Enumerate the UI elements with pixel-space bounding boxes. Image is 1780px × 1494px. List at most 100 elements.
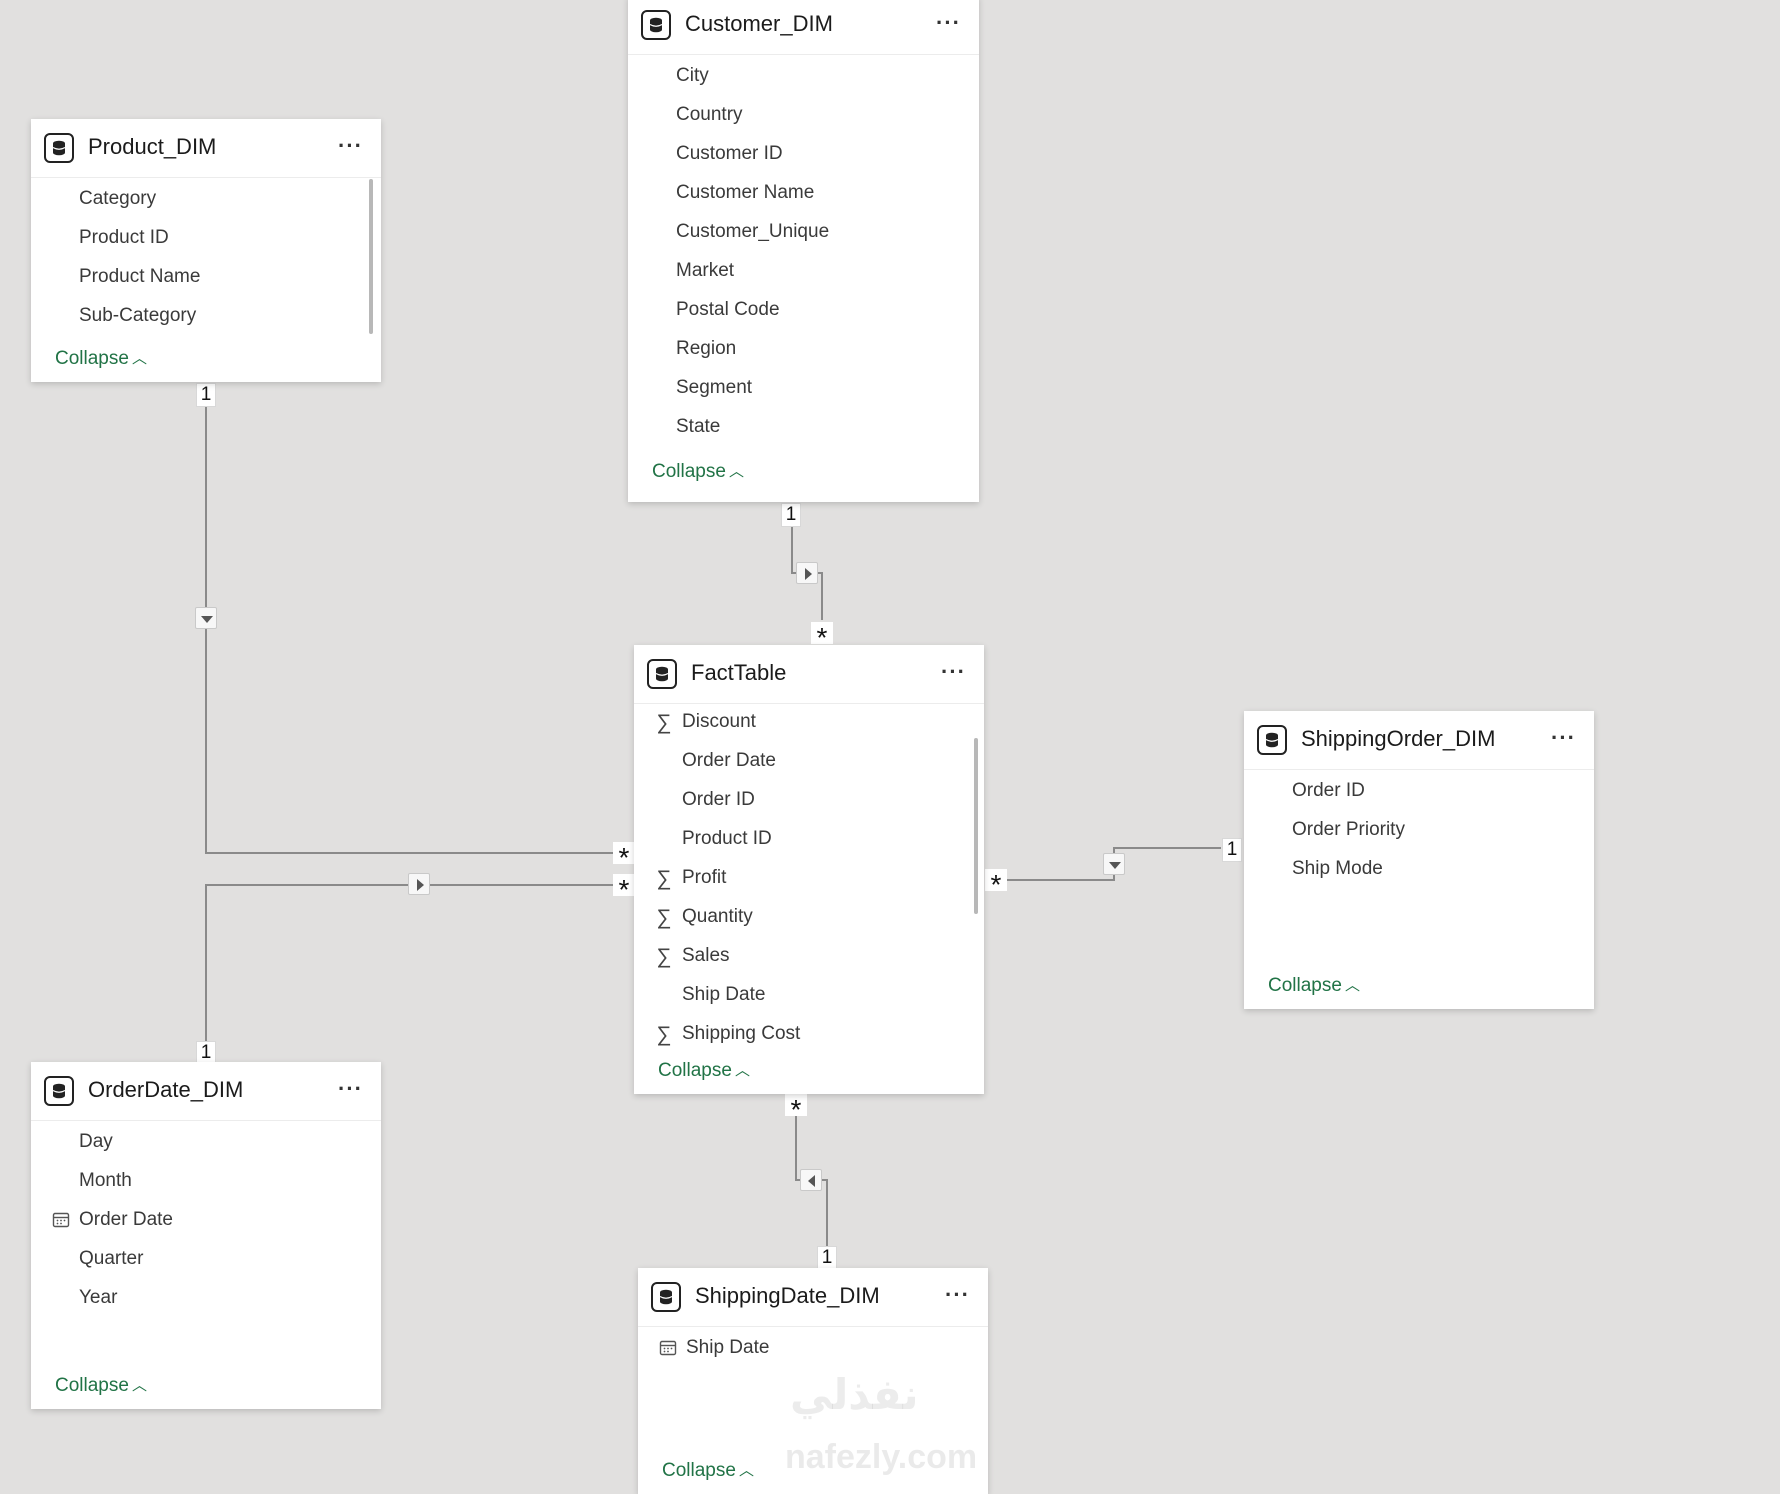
field-row[interactable]: Day <box>31 1123 381 1162</box>
field-label: Segment <box>676 377 753 398</box>
field-row[interactable]: Order Date <box>31 1201 381 1240</box>
field-label: Shipping Cost <box>682 1023 801 1044</box>
field-label: Discount <box>682 711 756 732</box>
filter-direction-down-icon[interactable] <box>1103 853 1125 875</box>
field-row[interactable]: Customer ID <box>628 135 979 174</box>
collapse-button[interactable]: Collapse ︿ <box>55 348 147 370</box>
model-canvas[interactable]: 1 * 1 * 1 * 1 * 1 * Product_DIM ··· Cate… <box>0 0 1780 1494</box>
field-row[interactable]: Ship Date <box>634 976 984 1015</box>
table-card-orderdate-dim[interactable]: OrderDate_DIM ··· Day Month Order Date Q… <box>31 1062 381 1409</box>
chevron-up-icon: ︿ <box>1344 977 1360 994</box>
table-icon <box>44 133 74 163</box>
table-card-shippingorder-dim[interactable]: ShippingOrder_DIM ··· Order ID Order Pri… <box>1244 711 1594 1009</box>
cardinality-many: * <box>785 1094 807 1125</box>
field-row[interactable]: ∑ Quantity <box>634 898 984 937</box>
collapse-button[interactable]: Collapse ︿ <box>652 461 744 483</box>
chevron-up-icon: ︿ <box>738 1462 754 1479</box>
field-row[interactable]: Quarter <box>31 1240 381 1279</box>
table-header[interactable]: FactTable ··· <box>634 645 984 704</box>
field-label: Market <box>676 260 735 281</box>
collapse-button[interactable]: Collapse ︿ <box>1268 975 1360 997</box>
table-title: FactTable <box>691 660 787 685</box>
field-row[interactable]: ∑ Sales <box>634 937 984 976</box>
field-row[interactable]: Month <box>31 1162 381 1201</box>
field-row[interactable]: Customer Name <box>628 174 979 213</box>
more-options-icon[interactable]: ··· <box>338 135 363 157</box>
field-row[interactable]: City <box>628 57 979 96</box>
field-label: Quarter <box>79 1248 144 1269</box>
field-row[interactable]: Segment <box>628 369 979 408</box>
table-header[interactable]: OrderDate_DIM ··· <box>31 1062 381 1121</box>
field-row[interactable]: Customer_Unique <box>628 213 979 252</box>
field-row[interactable]: Product Name <box>31 258 381 297</box>
field-label: Customer ID <box>676 143 783 164</box>
field-label: City <box>676 65 709 86</box>
field-label: Order ID <box>682 789 755 810</box>
field-row[interactable]: Ship Mode <box>1244 850 1594 889</box>
field-row[interactable]: Ship Date <box>638 1329 988 1368</box>
table-header[interactable]: ShippingOrder_DIM ··· <box>1244 711 1594 770</box>
more-options-icon[interactable]: ··· <box>1551 727 1576 749</box>
field-row[interactable]: Year <box>31 1279 381 1318</box>
table-header[interactable]: Product_DIM ··· <box>31 119 381 178</box>
field-row[interactable]: ∑ Discount <box>634 703 984 742</box>
field-label: Country <box>676 104 743 125</box>
field-label: Product ID <box>682 828 772 849</box>
sigma-icon: ∑ <box>656 867 672 890</box>
field-row[interactable]: Category <box>31 180 381 219</box>
more-options-icon[interactable]: ··· <box>941 661 966 683</box>
table-icon <box>1257 725 1287 755</box>
sigma-icon: ∑ <box>656 711 672 734</box>
more-options-icon[interactable]: ··· <box>338 1078 363 1100</box>
field-label: State <box>676 416 721 437</box>
field-row[interactable]: Order ID <box>634 781 984 820</box>
field-row[interactable]: ∑ Profit <box>634 859 984 898</box>
watermark-arabic: نفذلي <box>790 1371 919 1418</box>
field-row[interactable]: Product ID <box>634 820 984 859</box>
collapse-button[interactable]: Collapse ︿ <box>658 1060 750 1082</box>
table-card-product-dim[interactable]: Product_DIM ··· Category Product ID Prod… <box>31 119 381 382</box>
collapse-button[interactable]: Collapse ︿ <box>55 1375 147 1397</box>
field-label: Sub-Category <box>79 305 197 326</box>
table-card-facttable[interactable]: FactTable ··· ∑ Discount Order Date Order… <box>634 645 984 1094</box>
field-row[interactable]: Order Date <box>634 742 984 781</box>
filter-direction-down-icon[interactable] <box>195 607 217 629</box>
field-row[interactable]: Order ID <box>1244 772 1594 811</box>
field-row[interactable]: Order Priority <box>1244 811 1594 850</box>
filter-direction-right-icon[interactable] <box>796 562 818 584</box>
calendar-icon <box>51 1211 71 1235</box>
more-options-icon[interactable]: ··· <box>945 1284 970 1306</box>
table-header[interactable]: Customer_DIM ··· <box>628 0 979 55</box>
field-label: Category <box>79 188 157 209</box>
field-row[interactable]: State <box>628 408 979 447</box>
table-card-customer-dim[interactable]: Customer_DIM ··· City Country Customer I… <box>628 0 979 502</box>
sigma-icon: ∑ <box>656 945 672 968</box>
collapse-label: Collapse <box>652 461 726 482</box>
field-row[interactable]: Market <box>628 252 979 291</box>
filter-direction-left-icon[interactable] <box>800 1169 822 1191</box>
field-row[interactable]: Country <box>628 96 979 135</box>
field-row[interactable]: Sub-Category <box>31 297 381 336</box>
collapse-button[interactable]: Collapse ︿ <box>662 1460 754 1482</box>
table-header[interactable]: ShippingDate_DIM ··· <box>638 1268 988 1327</box>
field-label: Year <box>79 1287 118 1308</box>
table-title: Product_DIM <box>88 134 217 159</box>
table-icon <box>44 1076 74 1106</box>
watermark-latin: nafezly.com <box>785 1438 978 1476</box>
field-row[interactable]: Postal Code <box>628 291 979 330</box>
field-label: Postal Code <box>676 299 780 320</box>
filter-direction-right-icon[interactable] <box>408 873 430 895</box>
collapse-label: Collapse <box>658 1060 732 1081</box>
field-row[interactable]: ∑ Shipping Cost <box>634 1015 984 1054</box>
field-label: Ship Date <box>686 1337 770 1358</box>
cardinality-one: 1 <box>1222 838 1242 862</box>
field-label: Order Priority <box>1292 819 1405 840</box>
more-options-icon[interactable]: ··· <box>936 12 961 34</box>
collapse-label: Collapse <box>662 1460 736 1481</box>
table-icon <box>647 659 677 689</box>
field-row[interactable]: Region <box>628 330 979 369</box>
field-row[interactable]: Product ID <box>31 219 381 258</box>
field-label: Order ID <box>1292 780 1365 801</box>
table-title: Customer_DIM <box>685 11 833 36</box>
chevron-up-icon: ︿ <box>734 1062 750 1079</box>
